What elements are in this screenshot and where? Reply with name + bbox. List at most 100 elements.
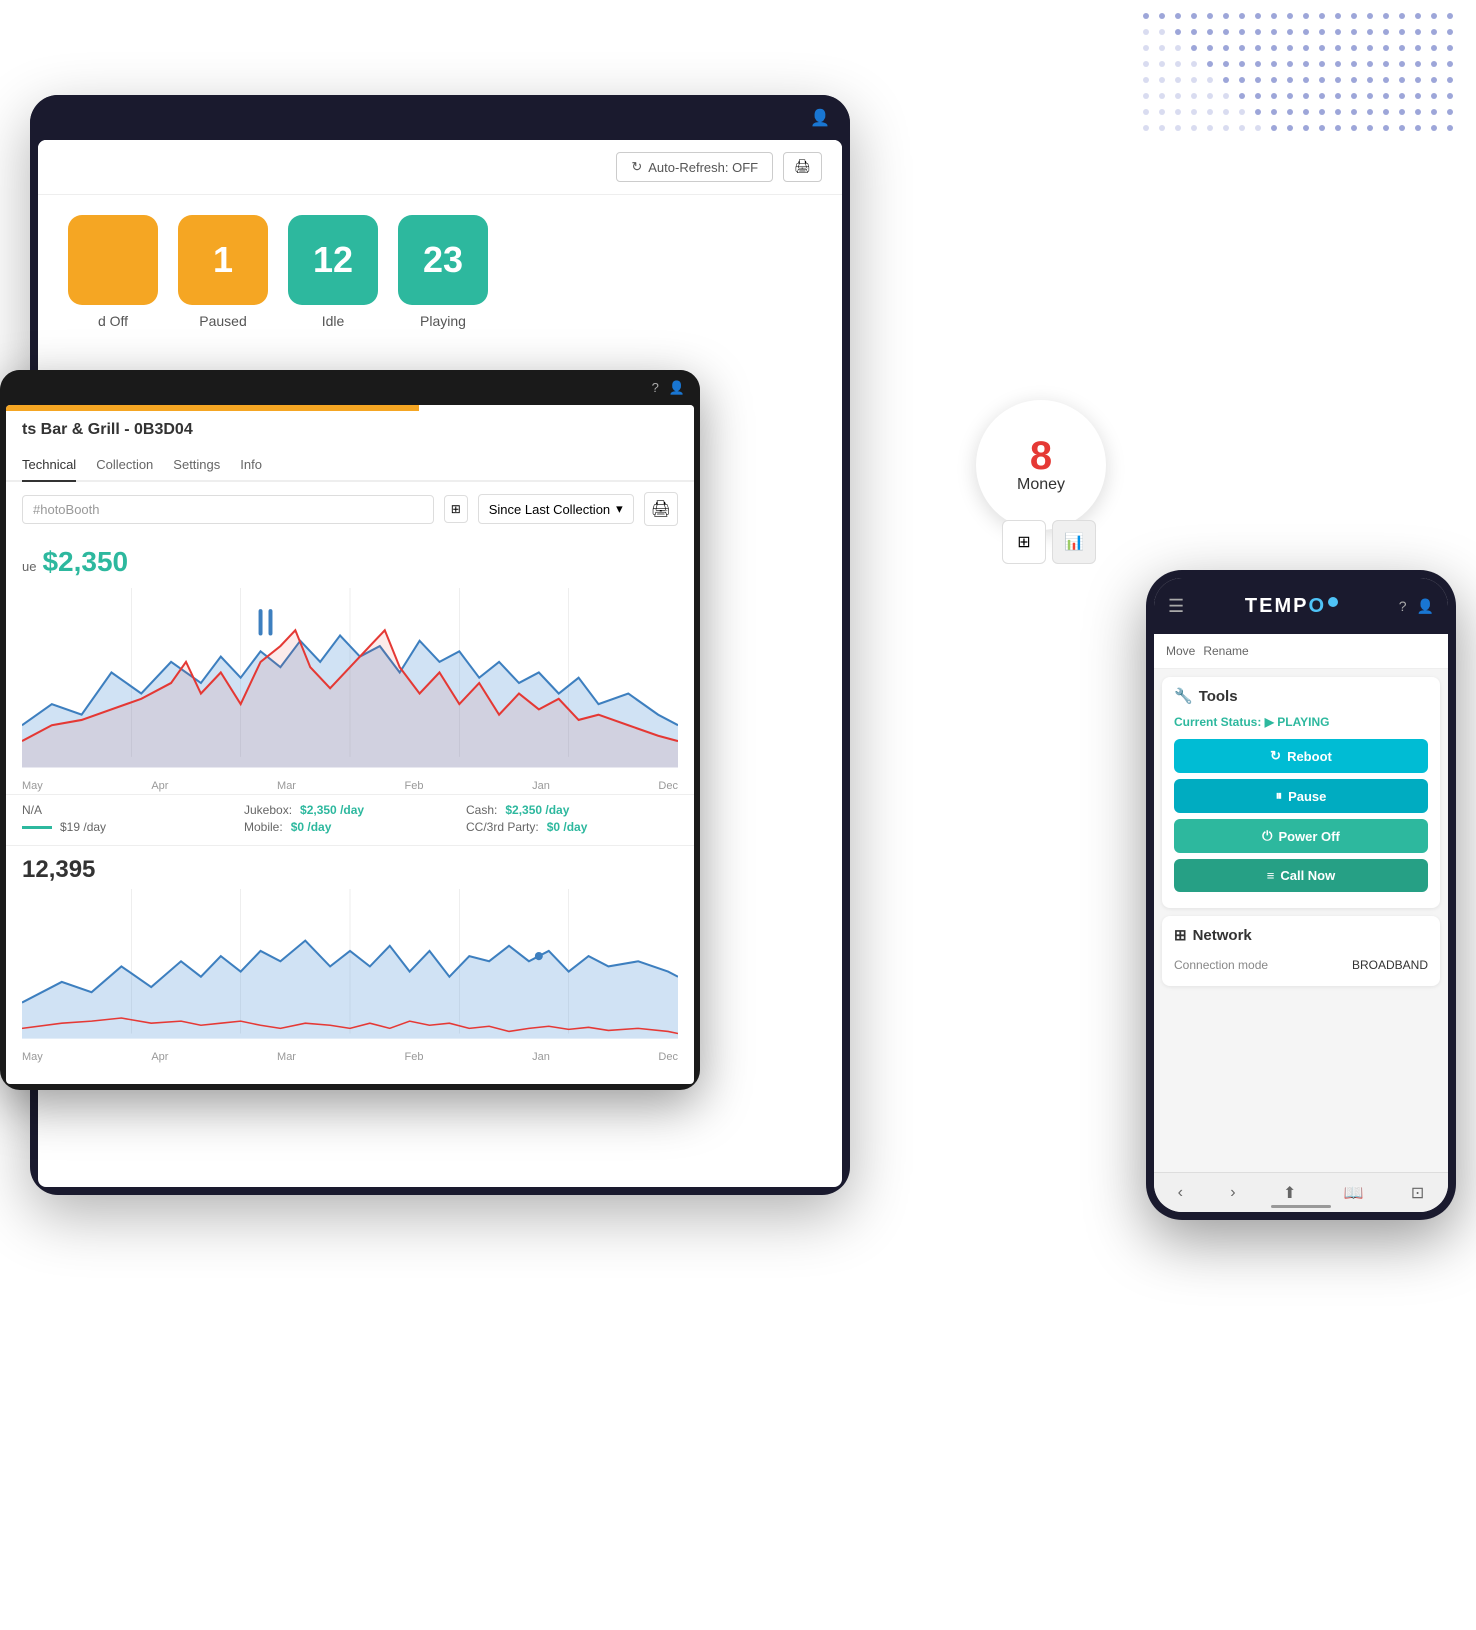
status-card-number-paused: 1 [178, 215, 268, 305]
grid-view-toggle[interactable]: ⊞ [444, 495, 468, 523]
status-card-label-playing: Playing [420, 313, 466, 329]
money-label: Money [1017, 476, 1065, 494]
status-playing-value: PLAYING [1277, 715, 1329, 729]
revenue-chart-2 [6, 889, 694, 1049]
stat-cash-label: Cash: [466, 803, 497, 817]
stat-jukebox-value: $2,350 /day [300, 803, 364, 817]
call-now-button[interactable]: ≡ Call Now [1174, 859, 1428, 892]
auto-refresh-label: Auto-Refresh: OFF [648, 160, 758, 175]
stat-col-far-right: Cash: $2,350 /day CC/3rd Party: $0 /day [466, 803, 678, 837]
stat-cc-value: $0 /day [547, 820, 588, 834]
mobile-header: ☰ TEMP O ? 👤 [1154, 578, 1448, 634]
call-icon: ≡ [1267, 868, 1275, 883]
stat-jukebox: Jukebox: $2,350 /day [244, 803, 456, 817]
view-toggle-group: ⊞ 📊 [1002, 520, 1096, 564]
x-label-feb: Feb [405, 780, 424, 792]
x-label-jan: Jan [532, 780, 550, 792]
mobile-logo-text: TEMP [1245, 595, 1309, 618]
device-overlay: ? 👤 ts Bar & Grill - 0B3D04 Technical Co… [0, 370, 700, 1090]
auto-refresh-button[interactable]: ↻ Auto-Refresh: OFF [616, 152, 773, 182]
bookmarks-button[interactable]: 📖 [1344, 1183, 1364, 1203]
mobile-content: Move Rename 🔧 Tools Current Status: ▶ PL… [1154, 634, 1448, 1172]
stat-mobile-value: $0 /day [291, 820, 332, 834]
tools-label: Tools [1199, 688, 1238, 705]
stat-cash: Cash: $2,350 /day [466, 803, 678, 817]
wrench-icon: 🔧 [1174, 687, 1193, 705]
pause-icon: ⏸ [1276, 788, 1283, 804]
mobile-header-icons: ? 👤 [1399, 598, 1434, 615]
move-action[interactable]: Move [1166, 644, 1195, 658]
filter-bar: ⊞ Since Last Collection ▾ 🖨 [6, 482, 694, 536]
status-card-number-turnedoff [68, 215, 158, 305]
reboot-button[interactable]: ↻ Reboot [1174, 739, 1428, 773]
x-label-apr-2: Apr [151, 1051, 168, 1063]
pause-label: Pause [1288, 789, 1326, 804]
x-label-dec: Dec [658, 780, 678, 792]
chart-x-labels-bottom: May Apr Mar Feb Jan Dec [6, 1049, 694, 1065]
device-tabs: Technical Collection Settings Info [6, 449, 694, 482]
power-off-button[interactable]: ⏻ Power Off [1174, 819, 1428, 853]
stat-na-label: N/A [22, 803, 42, 817]
chevron-down-icon: ▾ [616, 501, 623, 517]
stats-row: N/A $19 /day Jukebox: $2,350 /day Mobile… [6, 794, 694, 846]
tab-info[interactable]: Info [240, 449, 262, 482]
pause-button[interactable]: ⏸ Pause [1174, 779, 1428, 813]
status-card-number-playing: 23 [398, 215, 488, 305]
dashboard-header: ↻ Auto-Refresh: OFF 🖨 [38, 140, 842, 195]
refresh-icon: ↻ [631, 159, 642, 175]
period-dropdown[interactable]: Since Last Collection ▾ [478, 494, 634, 524]
tools-section: 🔧 Tools Current Status: ▶ PLAYING ↻ Rebo… [1162, 677, 1440, 908]
rename-action[interactable]: Rename [1203, 644, 1248, 658]
x-label-mar: Mar [277, 780, 296, 792]
current-status-row: Current Status: ▶ PLAYING [1174, 715, 1428, 729]
filter-print-button[interactable]: 🖨 [644, 492, 678, 526]
status-card-paused: 1 Paused [178, 215, 268, 329]
status-card-label-paused: Paused [199, 313, 246, 329]
stat-mobile: Mobile: $0 /day [244, 820, 456, 834]
search-input[interactable] [22, 495, 434, 524]
print-button[interactable]: 🖨 [783, 152, 822, 182]
status-card-number-idle: 12 [288, 215, 378, 305]
tab-settings[interactable]: Settings [173, 449, 220, 482]
device-title: ts Bar & Grill - 0B3D04 [6, 411, 694, 449]
status-card-idle: 12 Idle [288, 215, 378, 329]
user-icon-mobile[interactable]: 👤 [1417, 598, 1434, 615]
table-view-button[interactable]: ⊞ [1002, 520, 1046, 564]
chart-x-labels-top: May Apr Mar Feb Jan Dec [6, 778, 694, 794]
money-number: 8 [1030, 436, 1052, 476]
logo-dot [1328, 597, 1338, 607]
device-top-bar: ? 👤 [0, 370, 700, 405]
tabs-button[interactable]: ⊡ [1411, 1183, 1424, 1203]
tab-collection[interactable]: Collection [96, 449, 153, 482]
reboot-label: Reboot [1287, 749, 1332, 764]
x-label-dec-2: Dec [658, 1051, 678, 1063]
chart-view-button[interactable]: 📊 [1052, 520, 1096, 564]
share-button[interactable]: ⬆ [1283, 1183, 1296, 1203]
help-icon: ? [652, 380, 659, 395]
tab-technical[interactable]: Technical [22, 449, 76, 482]
mobile-logo-container: TEMP O [1245, 595, 1338, 618]
hamburger-menu-icon[interactable]: ☰ [1168, 596, 1184, 617]
x-label-may: May [22, 780, 43, 792]
back-button[interactable]: ‹ [1178, 1184, 1183, 1202]
current-status-label: Current Status: [1174, 715, 1265, 729]
stat-jukebox-label: Jukebox: [244, 803, 292, 817]
tablet-user-icon: 👤 [810, 108, 830, 128]
x-label-mar-2: Mar [277, 1051, 296, 1063]
stat-day-value: $19 /day [60, 820, 106, 834]
user-icon: 👤 [669, 380, 685, 396]
x-label-apr: Apr [151, 780, 168, 792]
period-label: Since Last Collection [489, 502, 610, 517]
x-label-feb-2: Feb [405, 1051, 424, 1063]
revenue-chart-1 [6, 588, 694, 778]
forward-button[interactable]: › [1230, 1184, 1235, 1202]
tools-section-title: 🔧 Tools [1174, 687, 1428, 705]
mobile-logo-accent: O [1308, 595, 1326, 618]
status-card-playing: 23 Playing [398, 215, 488, 329]
stat-cc-label: CC/3rd Party: [466, 820, 539, 834]
revenue-section: ue $2,350 [6, 536, 694, 588]
connection-mode-row: Connection mode BROADBAND [1174, 954, 1428, 976]
print-icon: 🖨 [794, 159, 811, 174]
stat-col-left: N/A $19 /day [22, 803, 234, 837]
help-icon-mobile[interactable]: ? [1399, 598, 1407, 615]
